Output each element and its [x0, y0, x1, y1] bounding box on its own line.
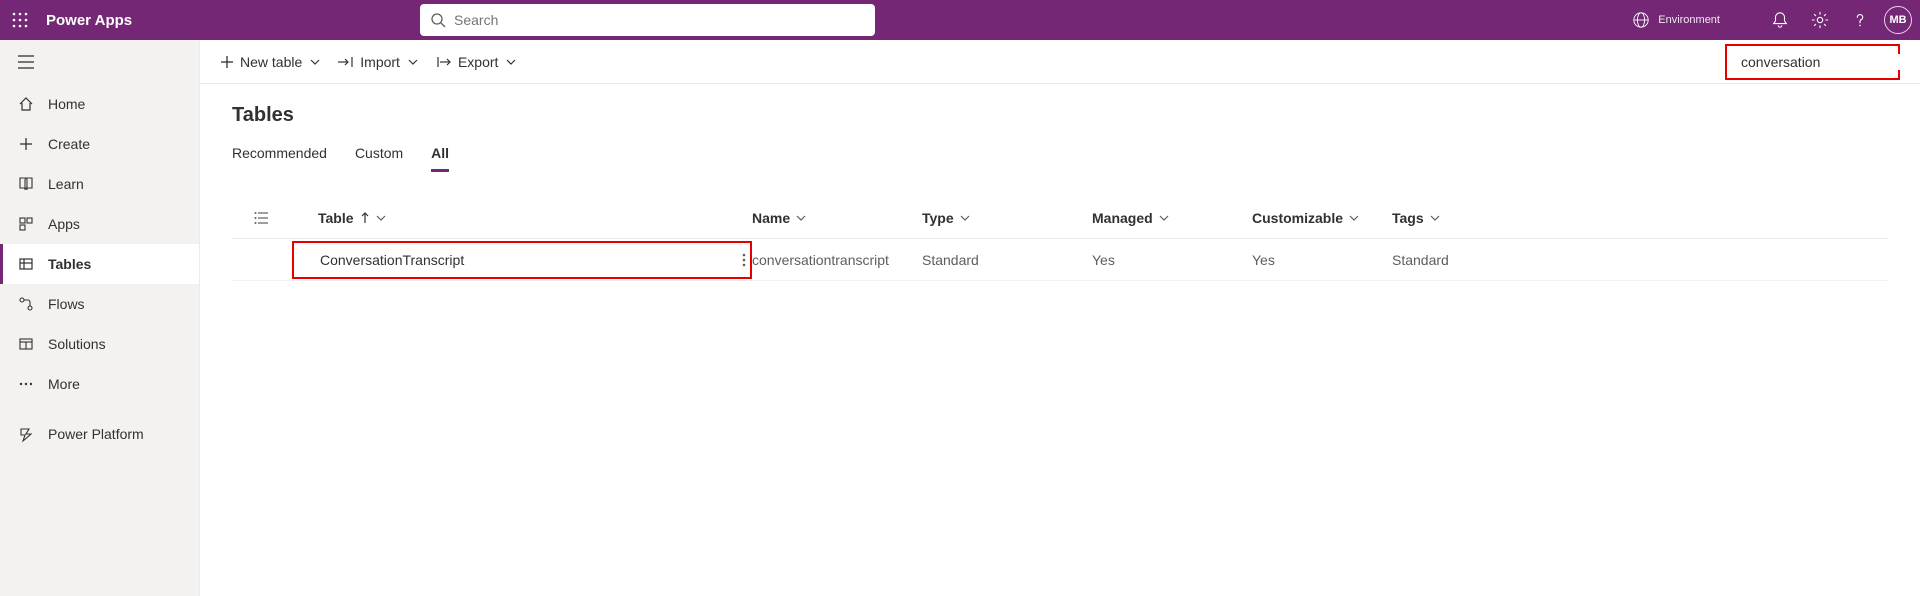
brand-label: Power Apps	[46, 12, 132, 29]
col-tags[interactable]: Tags	[1392, 210, 1532, 226]
chevron-down-icon	[796, 215, 806, 221]
nav-tables[interactable]: Tables	[0, 244, 199, 284]
settings-icon[interactable]	[1800, 0, 1840, 40]
notifications-icon[interactable]	[1760, 0, 1800, 40]
table-header: Table Name Type Managed Customiza	[232, 197, 1888, 239]
app-launcher-icon[interactable]	[0, 0, 40, 40]
list-icon[interactable]	[254, 211, 270, 225]
col-label: Type	[922, 210, 954, 226]
col-table[interactable]: Table	[292, 210, 752, 226]
chevron-down-icon	[376, 215, 386, 221]
chevron-down-icon	[1159, 215, 1169, 221]
environment-icon	[1632, 11, 1650, 29]
apps-icon	[18, 216, 34, 232]
export-button[interactable]: Export	[436, 54, 516, 70]
cell-customizable: Yes	[1252, 252, 1392, 268]
new-table-button[interactable]: New table	[220, 54, 320, 70]
col-label: Tags	[1392, 210, 1424, 226]
cell-name: conversationtranscript	[752, 252, 922, 268]
chevron-down-icon	[1430, 215, 1440, 221]
chevron-down-icon	[506, 59, 516, 65]
nav-label: Tables	[48, 256, 91, 272]
search-icon	[430, 12, 446, 28]
help-icon[interactable]	[1840, 0, 1880, 40]
export-icon	[436, 55, 452, 69]
chevron-down-icon	[408, 59, 418, 65]
chevron-down-icon	[1349, 215, 1359, 221]
command-bar: New table Import Export	[200, 40, 1920, 84]
col-label: Managed	[1092, 210, 1153, 226]
nav-label: Power Platform	[48, 426, 144, 442]
col-type[interactable]: Type	[922, 210, 1092, 226]
plus-icon	[18, 136, 34, 152]
global-search-input[interactable]	[454, 12, 865, 28]
page-title: Tables	[232, 104, 1888, 127]
nav-flows[interactable]: Flows	[0, 284, 199, 324]
nav-create[interactable]: Create	[0, 124, 199, 164]
main-area: New table Import Export Tables	[200, 40, 1920, 596]
tab-all[interactable]: All	[431, 145, 449, 172]
table-icon	[18, 256, 34, 272]
plus-icon	[220, 55, 234, 69]
environment-label: Environment	[1658, 15, 1720, 26]
chevron-down-icon	[310, 59, 320, 65]
cell-type: Standard	[922, 252, 1092, 268]
tab-custom[interactable]: Custom	[355, 145, 403, 172]
more-icon	[18, 376, 34, 392]
book-icon	[18, 176, 34, 192]
nav-label: More	[48, 376, 80, 392]
tabs: Recommended Custom All	[232, 145, 1888, 173]
cell-tags: Standard	[1392, 252, 1532, 268]
environment-picker[interactable]: Environment	[1632, 11, 1720, 29]
nav-label: Create	[48, 136, 90, 152]
nav-solutions[interactable]: Solutions	[0, 324, 199, 364]
top-header: Power Apps Environment MB	[0, 0, 1920, 40]
flow-icon	[18, 296, 34, 312]
nav-learn[interactable]: Learn	[0, 164, 199, 204]
import-button[interactable]: Import	[338, 54, 418, 70]
row-actions-icon[interactable]	[742, 253, 746, 267]
table-row[interactable]: ConversationTranscript conversationtrans…	[232, 239, 1888, 281]
nav-apps[interactable]: Apps	[0, 204, 199, 244]
import-icon	[338, 55, 354, 69]
left-nav: Home Create Learn Apps Tables Flows Solu…	[0, 40, 200, 596]
cmd-label: Import	[360, 54, 400, 70]
nav-power-platform[interactable]: Power Platform	[0, 414, 199, 454]
solutions-icon	[18, 336, 34, 352]
nav-label: Solutions	[48, 336, 106, 352]
nav-label: Learn	[48, 176, 84, 192]
cell-table: ConversationTranscript	[292, 241, 752, 279]
nav-more[interactable]: More	[0, 364, 199, 404]
home-icon	[18, 96, 34, 112]
cmd-label: Export	[458, 54, 498, 70]
nav-collapse-icon[interactable]	[0, 40, 199, 84]
cmd-label: New table	[240, 54, 302, 70]
global-search[interactable]	[420, 4, 875, 36]
nav-label: Flows	[48, 296, 85, 312]
filter-input[interactable]	[1741, 54, 1920, 70]
col-managed[interactable]: Managed	[1092, 210, 1252, 226]
col-label: Name	[752, 210, 790, 226]
topbar-right: Environment MB	[1632, 0, 1920, 40]
chevron-down-icon	[960, 215, 970, 221]
tab-recommended[interactable]: Recommended	[232, 145, 327, 172]
sort-asc-icon	[360, 212, 370, 224]
nav-home[interactable]: Home	[0, 84, 199, 124]
col-customizable[interactable]: Customizable	[1252, 210, 1392, 226]
user-avatar[interactable]: MB	[1884, 6, 1912, 34]
col-name[interactable]: Name	[752, 210, 922, 226]
cell-managed: Yes	[1092, 252, 1252, 268]
filter-search[interactable]	[1725, 44, 1900, 80]
col-label: Table	[318, 210, 354, 226]
nav-label: Home	[48, 96, 85, 112]
nav-label: Apps	[48, 216, 80, 232]
col-label: Customizable	[1252, 210, 1343, 226]
power-platform-icon	[18, 426, 34, 442]
cell-value: ConversationTranscript	[320, 252, 464, 268]
